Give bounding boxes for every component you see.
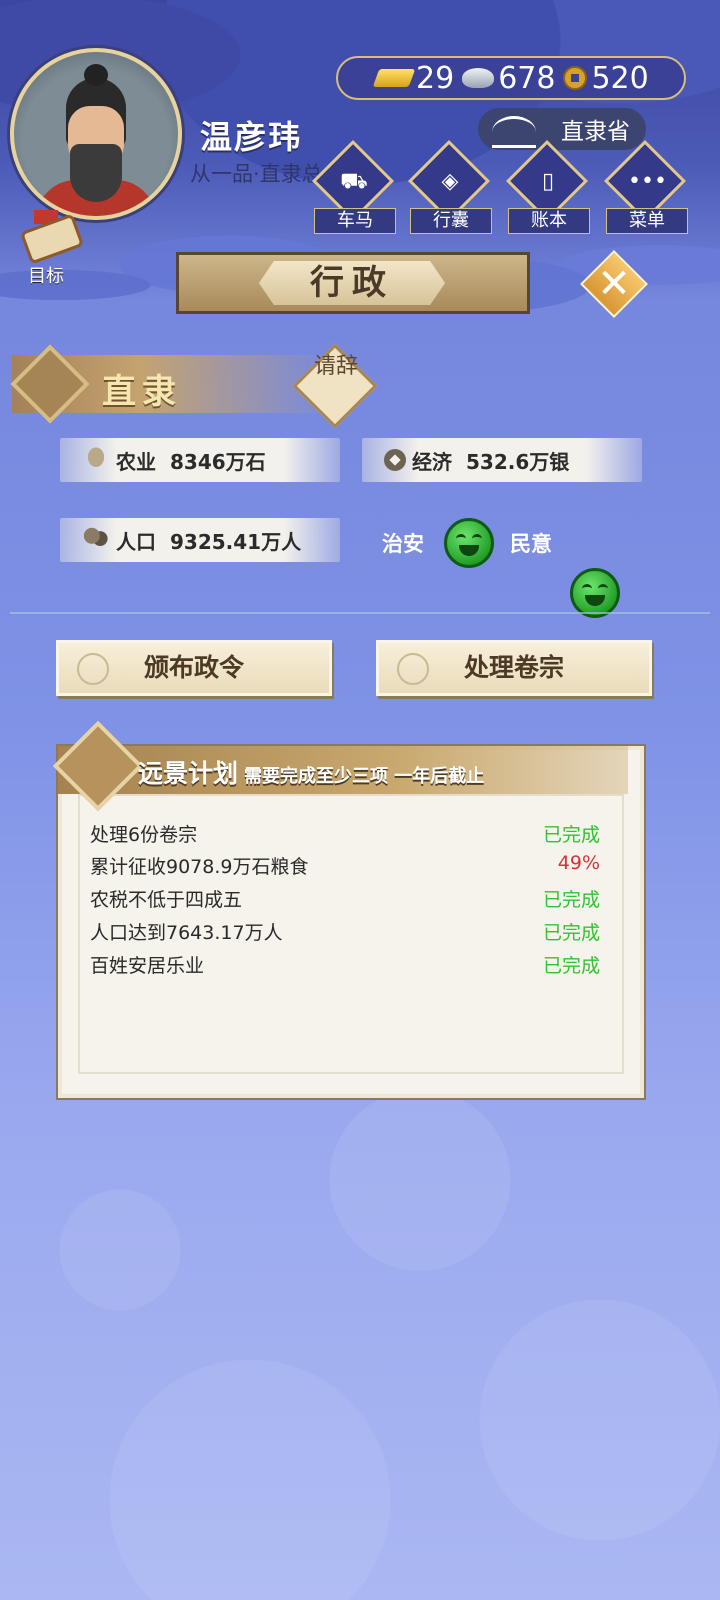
- plan-title: 远景计划: [138, 759, 239, 788]
- plan-task: 百姓安居乐业: [90, 955, 205, 977]
- menu-label: 菜单: [606, 208, 688, 234]
- stat-label: 农业: [116, 449, 156, 474]
- page-title: 行政: [259, 261, 445, 305]
- ledger-icon: ▯: [541, 169, 555, 194]
- title-banner: 行政: [176, 252, 530, 314]
- scroll-icon: [19, 213, 85, 265]
- handle-files-button[interactable]: 处理卷宗: [376, 640, 652, 696]
- menu-label: 账本: [508, 208, 590, 234]
- stat-value: 9325.41万人: [170, 529, 302, 554]
- people-icon: [82, 526, 110, 554]
- carriage-icon: ⛟: [340, 169, 368, 194]
- plan-task: 处理6份卷宗: [90, 824, 198, 846]
- close-icon: ✕: [597, 261, 631, 307]
- plan-task: 农税不低于四成五: [90, 889, 243, 911]
- stat-label: 经济: [412, 449, 452, 474]
- button-label: 处理卷宗: [463, 653, 564, 682]
- stat-agriculture: 农业 8346万石: [60, 438, 340, 482]
- more-icon: •••: [628, 169, 667, 194]
- plan-status: 49%: [557, 852, 600, 874]
- copper-coin-icon: [563, 66, 588, 90]
- silver-count: 678: [498, 60, 556, 96]
- plan-item: 农税不低于四成五 已完成: [90, 885, 600, 915]
- morale-happy-face-icon[interactable]: [570, 568, 620, 618]
- official-hat-icon: [492, 116, 536, 148]
- player-rank: 从一品·直隶总: [190, 162, 323, 186]
- seal-icon: [397, 653, 429, 685]
- resign-label: 请辞: [314, 354, 359, 379]
- gold-ingot-icon: [372, 69, 416, 87]
- security-label: 治安: [382, 532, 424, 556]
- province-name: 直隶: [102, 372, 182, 412]
- plan-status: 已完成: [542, 824, 600, 846]
- issue-decree-button[interactable]: 颁布政令: [56, 640, 332, 696]
- plan-subtitle: 需要完成至少三项 一年后截止: [244, 766, 485, 787]
- stat-economy: 经济 532.6万银: [362, 438, 642, 482]
- player-avatar[interactable]: [10, 48, 182, 220]
- plan-status: 已完成: [542, 889, 600, 911]
- silver-ingot-icon: [462, 68, 495, 88]
- plan-item: 累计征收9078.9万石粮食 49%: [90, 852, 600, 882]
- gold-count: 29: [416, 60, 455, 96]
- plan-item: 百姓安居乐业 已完成: [90, 951, 600, 981]
- menu-label: 行囊: [410, 208, 492, 234]
- coin-icon: [384, 449, 406, 471]
- stat-value: 8346万石: [170, 449, 266, 474]
- plan-item: 人口达到7643.17万人 已完成: [90, 918, 600, 948]
- menu-button-ledger[interactable]: ▯ 账本: [500, 139, 596, 240]
- goal-label: 目标: [28, 266, 64, 287]
- plan-task: 累计征收9078.9万石粮食: [90, 856, 309, 878]
- seal-icon: [77, 653, 109, 685]
- stat-value: 532.6万银: [466, 449, 570, 474]
- plan-status: 已完成: [542, 955, 600, 977]
- bag-icon: ◈: [441, 169, 459, 194]
- menu-button-carriage[interactable]: ⛟ 车马: [306, 139, 402, 240]
- menu-button-more[interactable]: ••• 菜单: [598, 139, 694, 240]
- stat-label: 人口: [116, 529, 156, 554]
- currency-bar: 29 678 520: [336, 56, 686, 100]
- divider: [10, 612, 710, 614]
- morale-label: 民意: [510, 532, 552, 556]
- coin-count: 520: [591, 60, 649, 96]
- button-label: 颁布政令: [143, 653, 244, 682]
- player-name: 温彦玮: [200, 118, 303, 156]
- stat-population: 人口 9325.41万人: [60, 518, 340, 562]
- plan-status: 已完成: [542, 922, 600, 944]
- menu-button-bag[interactable]: ◈ 行囊: [402, 139, 498, 240]
- region-label: 直隶省: [561, 119, 630, 145]
- region-button[interactable]: 直隶省: [478, 108, 646, 150]
- security-happy-face-icon[interactable]: [444, 518, 494, 568]
- menu-label: 车马: [314, 208, 396, 234]
- goal-button[interactable]: 目标: [14, 210, 85, 290]
- wheat-icon: [82, 446, 110, 474]
- plan-task: 人口达到7643.17万人: [90, 922, 283, 944]
- plan-item: 处理6份卷宗 已完成: [90, 820, 600, 850]
